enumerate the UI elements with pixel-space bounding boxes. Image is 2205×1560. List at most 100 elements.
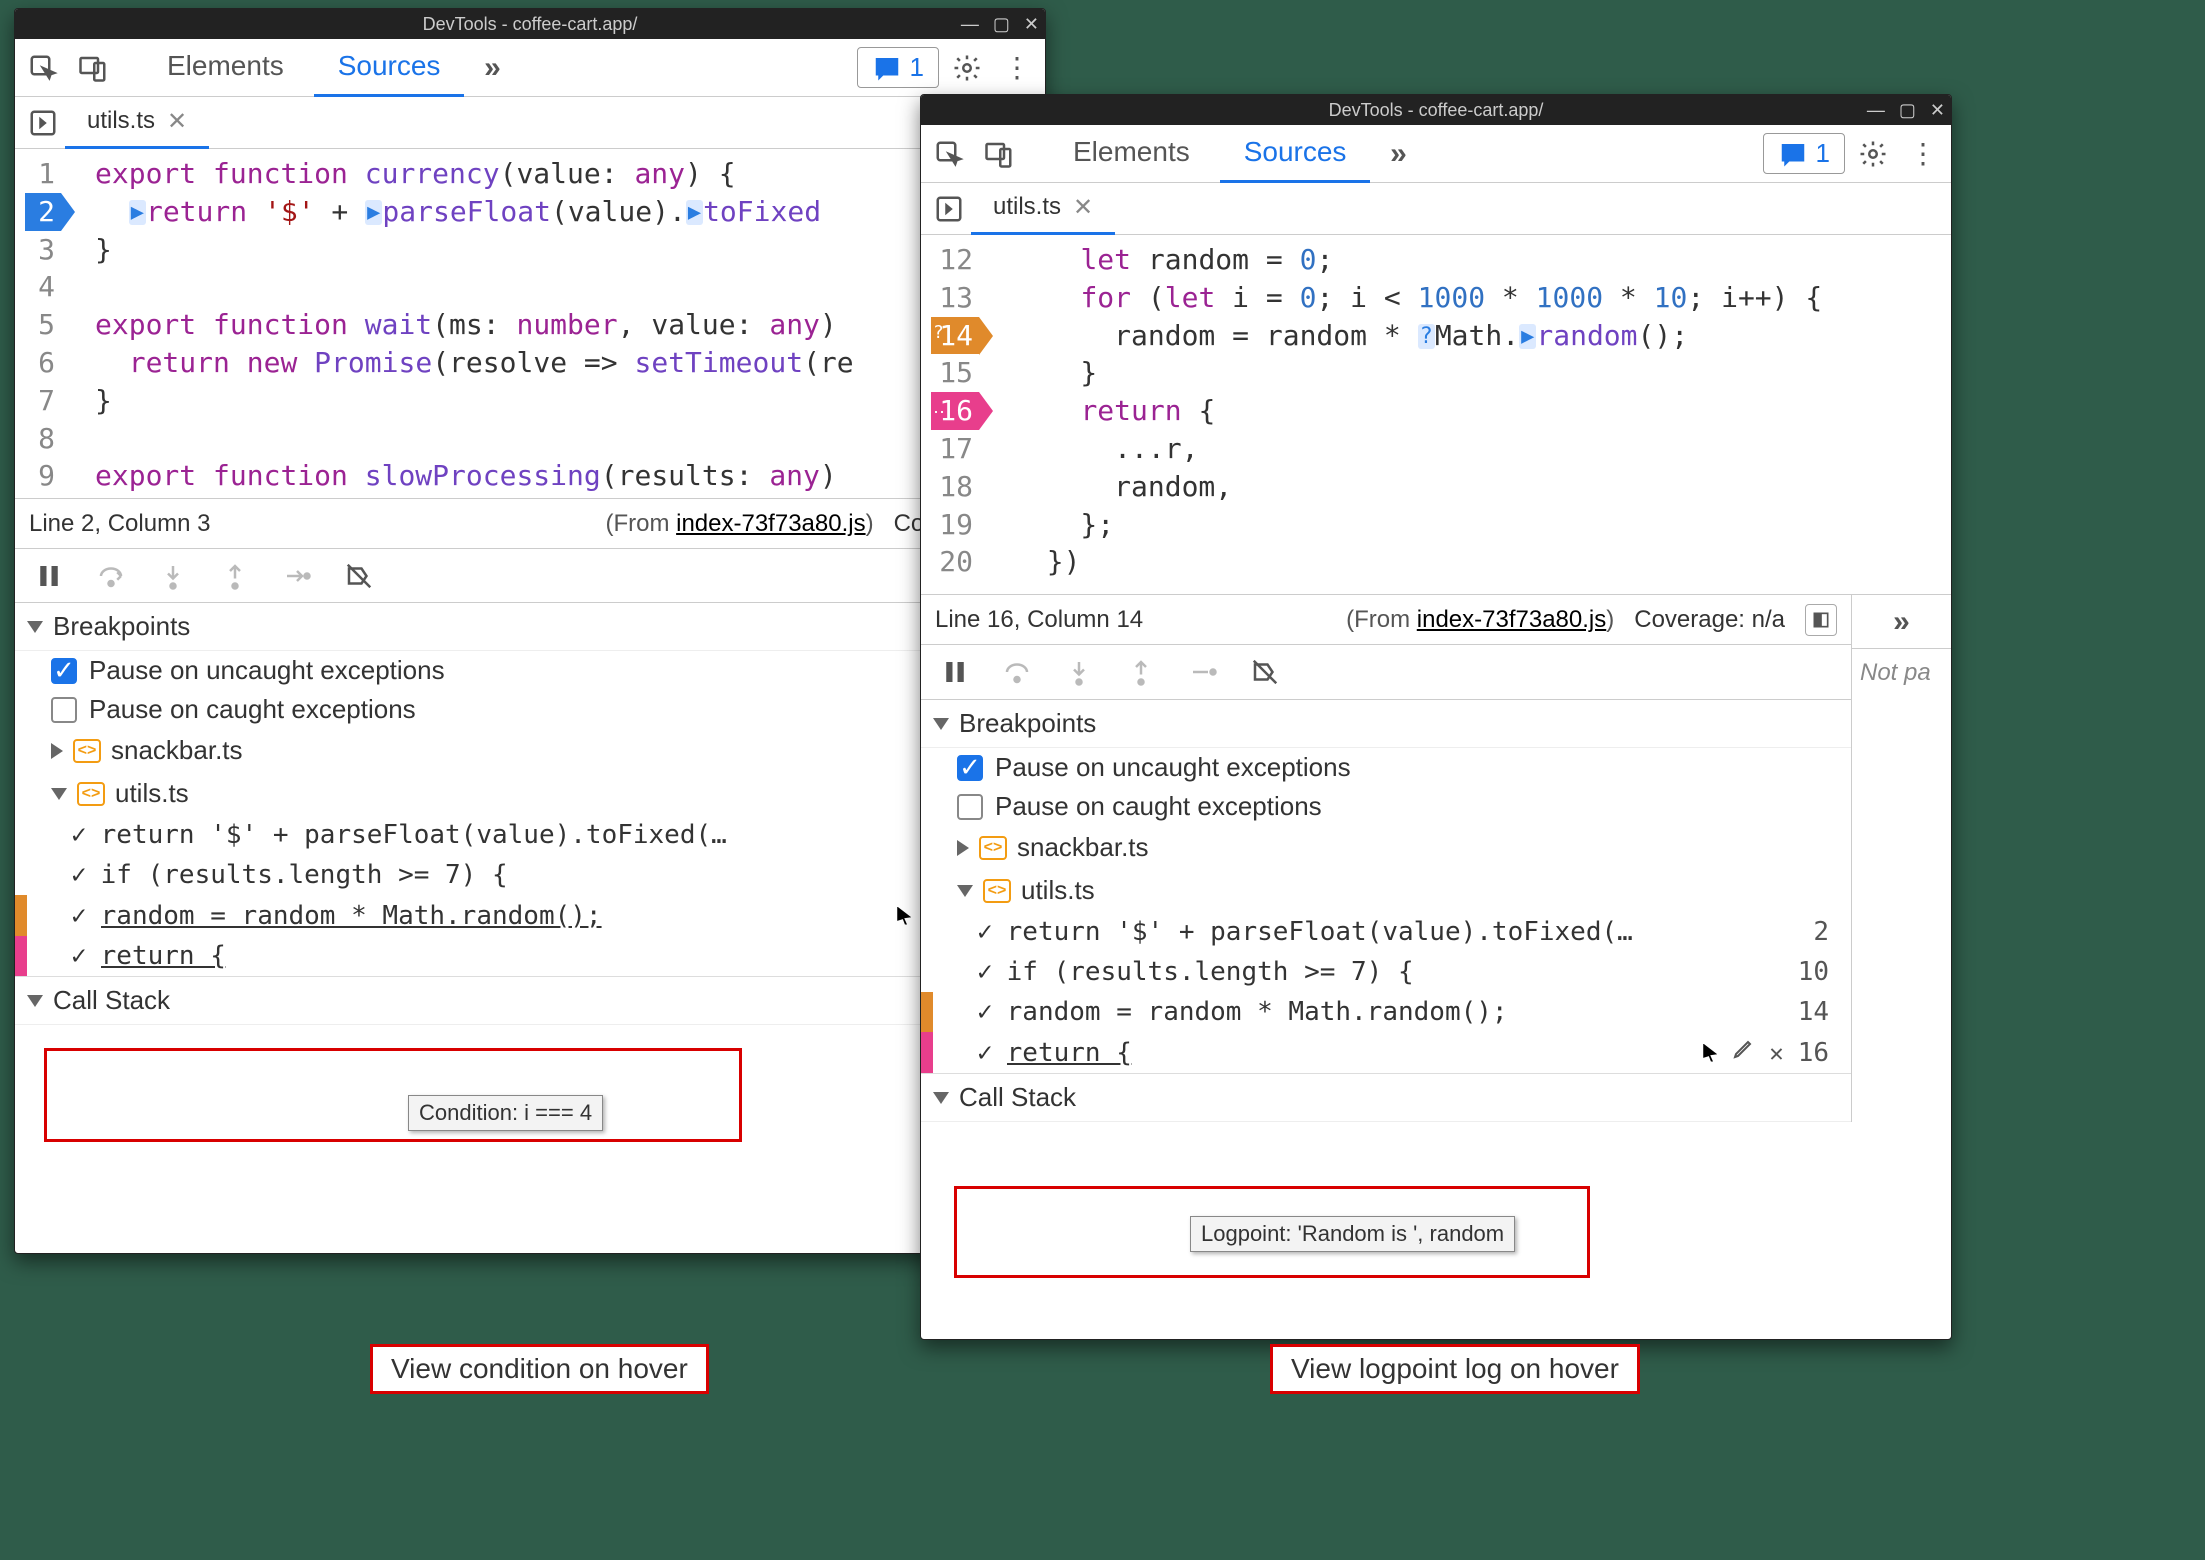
device-toolbar-icon[interactable] xyxy=(71,46,115,90)
breakpoint-file-snackbar[interactable]: <> snackbar.ts xyxy=(921,826,1851,869)
chevron-down-icon xyxy=(957,885,973,897)
tab-overflow-icon[interactable]: » xyxy=(470,46,514,90)
breakpoint-file-utils[interactable]: <> utils.ts xyxy=(921,869,1851,912)
breakpoints-section-header[interactable]: Breakpoints xyxy=(15,603,1045,651)
breakpoint-file-snackbar[interactable]: <> snackbar.ts xyxy=(15,729,1045,772)
source-map-link[interactable]: index-73f73a80.js xyxy=(1417,606,1606,633)
kebab-menu-icon[interactable]: ⋮ xyxy=(1901,132,1945,176)
deactivate-breakpoints-icon[interactable] xyxy=(1243,650,1287,694)
breakpoint-row[interactable]: ✓random = random * Math.random();14 xyxy=(921,992,1851,1032)
source-map-from: (From index-73f73a80.js) xyxy=(1346,606,1614,634)
window-maximize-icon[interactable]: ▢ xyxy=(993,14,1010,35)
chevron-right-icon xyxy=(957,840,969,856)
breakpoint-row[interactable]: ✓ return { ✕ 16 xyxy=(921,1032,1851,1073)
file-tab-utils[interactable]: utils.ts ✕ xyxy=(65,97,209,149)
breakpoint-line-number: 16 xyxy=(1798,1038,1837,1068)
window-titlebar: DevTools - coffee-cart.app/ — ▢ ✕ xyxy=(921,95,1951,125)
callstack-section-header[interactable]: Call Stack xyxy=(921,1073,1851,1122)
window-maximize-icon[interactable]: ▢ xyxy=(1899,100,1916,121)
step-out-icon[interactable] xyxy=(213,554,257,598)
checkbox-checked-icon[interactable]: ✓ xyxy=(51,658,77,684)
pause-icon[interactable] xyxy=(27,554,71,598)
close-icon[interactable]: ✕ xyxy=(167,107,187,136)
tab-sources[interactable]: Sources xyxy=(1220,124,1371,183)
step-into-icon[interactable] xyxy=(1057,650,1101,694)
breakpoints-section-header[interactable]: Breakpoints xyxy=(921,700,1851,748)
chevron-right-icon xyxy=(51,743,63,759)
window-titlebar: DevTools - coffee-cart.app/ — ▢ ✕ xyxy=(15,9,1045,39)
tab-sources[interactable]: Sources xyxy=(314,38,465,97)
window-minimize-icon[interactable]: — xyxy=(1867,100,1885,121)
checkbox-unchecked-icon[interactable] xyxy=(957,794,983,820)
checkbox-icon[interactable]: ✓ xyxy=(977,917,993,947)
show-navigator-icon[interactable] xyxy=(927,187,971,231)
window-close-icon[interactable]: ✕ xyxy=(1024,14,1039,35)
kebab-menu-icon[interactable]: ⋮ xyxy=(995,46,1039,90)
issues-pill[interactable]: 1 xyxy=(1763,133,1845,174)
devtools-window-left: DevTools - coffee-cart.app/ — ▢ ✕ Elemen… xyxy=(14,8,1046,1254)
step-into-icon[interactable] xyxy=(151,554,195,598)
source-editor[interactable]: 121314?1516‥17181920 let random = 0; for… xyxy=(921,235,1951,595)
checkbox-icon[interactable]: ✓ xyxy=(977,1038,993,1068)
file-tab-utils[interactable]: utils.ts ✕ xyxy=(971,183,1115,235)
remove-icon[interactable]: ✕ xyxy=(1769,1039,1783,1067)
device-toolbar-icon[interactable] xyxy=(977,132,1021,176)
debug-toolbar xyxy=(921,645,1851,699)
checkbox-icon[interactable]: ✓ xyxy=(71,860,87,890)
issues-pill[interactable]: 1 xyxy=(857,47,939,88)
edit-icon[interactable] xyxy=(1731,1037,1755,1068)
devtools-window-right: DevTools - coffee-cart.app/ — ▢ ✕ Elemen… xyxy=(920,94,1952,1340)
pause-caught-row[interactable]: Pause on caught exceptions xyxy=(15,690,1045,729)
breakpoint-row[interactable]: ✓if (results.length >= 7) {10 xyxy=(921,952,1851,992)
breakpoint-row[interactable]: ✓random = random * Math.random();✕14 xyxy=(15,895,1045,936)
source-map-link[interactable]: index-73f73a80.js xyxy=(676,510,865,537)
show-navigator-icon[interactable] xyxy=(21,101,65,145)
issues-count: 1 xyxy=(1816,138,1830,169)
inspect-icon[interactable] xyxy=(21,46,65,90)
checkbox-icon[interactable]: ✓ xyxy=(977,997,993,1027)
pause-caught-row[interactable]: Pause on caught exceptions xyxy=(921,787,1851,826)
tab-overflow-icon[interactable]: » xyxy=(1376,132,1420,176)
breakpoint-code: return { xyxy=(101,941,978,971)
checkbox-icon[interactable]: ✓ xyxy=(71,901,87,931)
close-icon[interactable]: ✕ xyxy=(1073,193,1093,222)
editor-status-bar: Line 2, Column 3 (From index-73f73a80.js… xyxy=(15,499,1045,549)
breakpoint-line-number: 2 xyxy=(1813,917,1837,947)
source-editor[interactable]: 123456789 export function currency(value… xyxy=(15,149,1045,499)
settings-gear-icon[interactable] xyxy=(945,46,989,90)
breakpoint-code: return { xyxy=(1007,1038,1690,1068)
checkbox-icon[interactable]: ✓ xyxy=(71,941,87,971)
inspect-icon[interactable] xyxy=(927,132,971,176)
step-icon[interactable] xyxy=(275,554,319,598)
chevron-down-icon xyxy=(51,788,67,800)
step-over-icon[interactable] xyxy=(89,554,133,598)
deactivate-breakpoints-icon[interactable] xyxy=(337,554,381,598)
pause-uncaught-row[interactable]: ✓ Pause on uncaught exceptions xyxy=(15,651,1045,690)
tab-elements[interactable]: Elements xyxy=(143,38,308,97)
window-minimize-icon[interactable]: — xyxy=(961,14,979,35)
checkbox-unchecked-icon[interactable] xyxy=(51,697,77,723)
checkbox-icon[interactable]: ✓ xyxy=(977,957,993,987)
cursor-position: Line 2, Column 3 xyxy=(29,510,210,538)
breakpoint-file-utils[interactable]: <> utils.ts xyxy=(15,772,1045,815)
step-out-icon[interactable] xyxy=(1119,650,1163,694)
breakpoint-row[interactable]: ✓return {16 xyxy=(15,936,1045,976)
breakpoint-row[interactable]: ✓if (results.length >= 7) {10 xyxy=(15,855,1045,895)
breakpoint-row[interactable]: ✓return '$' + parseFloat(value).toFixed(… xyxy=(15,815,1045,855)
debug-toolbar xyxy=(15,549,1045,603)
window-close-icon[interactable]: ✕ xyxy=(1930,100,1945,121)
caption-left: View condition on hover xyxy=(370,1344,709,1394)
checkbox-checked-icon[interactable]: ✓ xyxy=(957,755,983,781)
tab-elements[interactable]: Elements xyxy=(1049,124,1214,183)
coverage-toggle-icon[interactable] xyxy=(1805,604,1837,636)
breakpoint-row[interactable]: ✓return '$' + parseFloat(value).toFixed(… xyxy=(921,912,1851,952)
pause-uncaught-row[interactable]: ✓ Pause on uncaught exceptions xyxy=(921,748,1851,787)
step-icon[interactable] xyxy=(1181,650,1225,694)
pause-icon[interactable] xyxy=(933,650,977,694)
checkbox-icon[interactable]: ✓ xyxy=(71,820,87,850)
caption-right: View logpoint log on hover xyxy=(1270,1344,1640,1394)
settings-gear-icon[interactable] xyxy=(1851,132,1895,176)
step-over-icon[interactable] xyxy=(995,650,1039,694)
callstack-section-header[interactable]: Call Stack xyxy=(15,976,1045,1025)
sidepanel-overflow-icon[interactable]: » xyxy=(1893,605,1910,639)
